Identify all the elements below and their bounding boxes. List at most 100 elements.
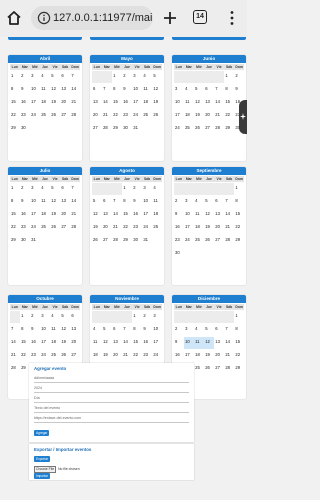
day-cell[interactable]: 4 (184, 84, 194, 96)
day-cell[interactable]: 7 (224, 196, 234, 208)
day-cell[interactable]: 7 (102, 84, 112, 96)
day-cell[interactable]: 2 (174, 196, 184, 208)
day-cell[interactable]: 17 (184, 222, 194, 234)
day-cell[interactable]: 11 (142, 84, 152, 96)
day-cell[interactable]: 8 (10, 196, 20, 208)
day-cell[interactable]: 25 (50, 350, 60, 362)
day-cell[interactable]: 12 (92, 209, 102, 221)
day-cell[interactable]: 15 (122, 209, 132, 221)
day-cell[interactable]: 28 (224, 363, 234, 375)
day-cell[interactable]: 24 (132, 110, 142, 122)
day-cell[interactable]: 3 (132, 71, 142, 83)
tab-switcher-button[interactable]: 14 (193, 10, 207, 24)
day-cell[interactable]: 22 (234, 222, 244, 234)
day-cell[interactable]: 27 (60, 110, 70, 122)
day-cell[interactable]: 2 (142, 311, 152, 323)
day-cell[interactable]: 28 (112, 235, 122, 247)
day-cell[interactable]: 7 (224, 324, 234, 336)
day-cell[interactable]: 16 (174, 222, 184, 234)
day-cell[interactable]: 14 (10, 337, 20, 349)
day-cell[interactable]: 5 (50, 71, 60, 83)
day-cell[interactable]: 21 (112, 222, 122, 234)
day-cell[interactable]: 19 (204, 350, 214, 362)
day-cell[interactable]: 12 (50, 196, 60, 208)
side-panel-tab[interactable] (239, 100, 247, 134)
day-cell[interactable]: 4 (50, 311, 60, 323)
day-cell[interactable]: 4 (40, 71, 50, 83)
day-cell[interactable]: 21 (224, 350, 234, 362)
day-cell[interactable]: 3 (30, 183, 40, 195)
day-cell[interactable]: 30 (122, 123, 132, 135)
day-cell[interactable]: 13 (214, 209, 224, 221)
day-cell[interactable]: 27 (60, 222, 70, 234)
day-cell[interactable]: 24 (30, 222, 40, 234)
day-cell[interactable]: 22 (20, 350, 30, 362)
day-cell[interactable]: 9 (234, 84, 244, 96)
day-cell[interactable]: 12 (152, 84, 162, 96)
day-cell[interactable]: 27 (214, 363, 224, 375)
day-cell[interactable]: 1 (112, 71, 122, 83)
day-cell[interactable]: 4 (92, 324, 102, 336)
day-cell[interactable]: 2 (122, 71, 132, 83)
day-cell[interactable]: 31 (30, 235, 40, 247)
event-text-input[interactable]: Texto del evento (34, 405, 189, 413)
day-cell[interactable]: 14 (224, 337, 234, 349)
day-cell[interactable]: 26 (204, 363, 214, 375)
day-cell[interactable]: 1 (122, 183, 132, 195)
day-cell[interactable]: 23 (30, 350, 40, 362)
day-cell[interactable]: 3 (142, 183, 152, 195)
day-cell[interactable]: 4 (194, 196, 204, 208)
event-type-select[interactable]: Día (34, 395, 189, 403)
day-cell[interactable]: 14 (112, 209, 122, 221)
day-cell[interactable]: 20 (214, 350, 224, 362)
day-cell[interactable]: 7 (70, 71, 80, 83)
day-cell[interactable]: 19 (204, 222, 214, 234)
event-year-input[interactable]: 2024 (34, 385, 189, 393)
day-cell[interactable]: 23 (122, 110, 132, 122)
day-cell[interactable]: 27 (92, 123, 102, 135)
day-cell[interactable]: 4 (194, 324, 204, 336)
day-cell[interactable]: 14 (122, 337, 132, 349)
day-cell[interactable]: 3 (184, 324, 194, 336)
day-cell[interactable]: 23 (20, 222, 30, 234)
day-cell[interactable]: 29 (224, 123, 234, 135)
day-cell[interactable]: 12 (60, 324, 70, 336)
day-cell[interactable]: 9 (174, 337, 184, 349)
day-cell[interactable]: 21 (214, 110, 224, 122)
day-cell[interactable]: 18 (40, 97, 50, 109)
day-cell[interactable]: 17 (184, 350, 194, 362)
day-cell[interactable]: 18 (142, 97, 152, 109)
import-button[interactable]: Importar (34, 473, 50, 479)
day-cell[interactable]: 16 (132, 209, 142, 221)
day-cell[interactable]: 5 (194, 84, 204, 96)
day-cell[interactable]: 13 (70, 324, 80, 336)
day-cell[interactable]: 20 (60, 97, 70, 109)
day-cell[interactable]: 7 (214, 84, 224, 96)
day-cell[interactable]: 8 (224, 84, 234, 96)
day-cell[interactable]: 27 (102, 235, 112, 247)
day-cell[interactable]: 6 (102, 196, 112, 208)
day-cell[interactable]: 11 (194, 337, 204, 349)
day-cell[interactable]: 16 (142, 337, 152, 349)
day-cell[interactable]: 18 (184, 110, 194, 122)
day-cell[interactable]: 8 (10, 84, 20, 96)
day-cell[interactable]: 11 (40, 84, 50, 96)
day-cell[interactable]: 20 (214, 222, 224, 234)
day-cell[interactable]: 9 (142, 324, 152, 336)
day-cell[interactable]: 16 (174, 350, 184, 362)
day-cell[interactable]: 24 (174, 123, 184, 135)
day-cell[interactable]: 20 (102, 222, 112, 234)
day-cell[interactable]: 17 (30, 209, 40, 221)
day-cell[interactable]: 22 (234, 350, 244, 362)
day-cell[interactable]: 14 (70, 84, 80, 96)
event-url-input[interactable]: https://enlace-del-evento.com (34, 415, 189, 423)
day-cell[interactable]: 22 (132, 350, 142, 362)
day-cell[interactable]: 21 (70, 209, 80, 221)
day-cell[interactable]: 2 (30, 311, 40, 323)
day-cell[interactable]: 28 (102, 123, 112, 135)
day-cell[interactable]: 29 (10, 235, 20, 247)
day-cell[interactable]: 28 (70, 222, 80, 234)
day-cell[interactable]: 27 (70, 350, 80, 362)
day-cell[interactable]: 25 (152, 222, 162, 234)
day-cell[interactable]: 3 (30, 71, 40, 83)
